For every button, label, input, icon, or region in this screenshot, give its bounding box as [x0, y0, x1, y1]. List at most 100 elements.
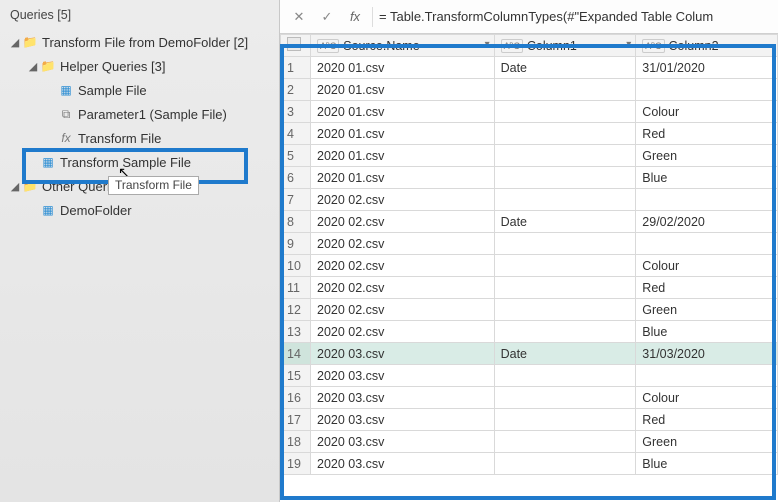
row-number[interactable]: 8	[281, 211, 311, 233]
tree-item[interactable]: ▦Transform Sample File	[0, 150, 279, 174]
row-number[interactable]: 18	[281, 431, 311, 453]
column-header-source-name[interactable]: AᴮC Source.Name ▾	[311, 35, 495, 57]
cell[interactable]: 2020 02.csv	[311, 233, 495, 255]
tree-item[interactable]: ▦Sample File	[0, 78, 279, 102]
row-number[interactable]: 7	[281, 189, 311, 211]
table-row[interactable]: 192020 03.csvBlue	[281, 453, 778, 475]
cell[interactable]: 2020 01.csv	[311, 101, 495, 123]
table-row[interactable]: 22020 01.csv	[281, 79, 778, 101]
cell[interactable]	[494, 79, 636, 101]
row-number[interactable]: 6	[281, 167, 311, 189]
dropdown-icon[interactable]: ▾	[485, 39, 490, 50]
cell[interactable]	[494, 387, 636, 409]
tree-item[interactable]: ◢📁Other Queries [1]	[0, 174, 279, 198]
table-row[interactable]: 42020 01.csvRed	[281, 123, 778, 145]
row-number[interactable]: 10	[281, 255, 311, 277]
cell[interactable]	[494, 233, 636, 255]
row-number[interactable]: 4	[281, 123, 311, 145]
cell[interactable]: Colour	[636, 387, 778, 409]
cell[interactable]: 31/01/2020	[636, 57, 778, 79]
row-number[interactable]: 17	[281, 409, 311, 431]
table-row[interactable]: 182020 03.csv Green	[281, 431, 778, 453]
row-number[interactable]: 19	[281, 453, 311, 475]
cell[interactable]: 2020 02.csv	[311, 189, 495, 211]
cell[interactable]	[494, 255, 636, 277]
cell[interactable]: 2020 03.csv	[311, 343, 495, 365]
table-row[interactable]: 12020 01.csvDate31/01/2020	[281, 57, 778, 79]
cell[interactable]: Red	[636, 277, 778, 299]
cancel-button[interactable]: ✕	[286, 5, 312, 29]
cell[interactable]	[494, 101, 636, 123]
cell[interactable]: Blue	[636, 453, 778, 475]
tree-item[interactable]: ▦DemoFolder	[0, 198, 279, 222]
expand-twisty-icon[interactable]: ◢	[8, 180, 22, 193]
cell[interactable]: 2020 02.csv	[311, 211, 495, 233]
column-header-column2[interactable]: AᴮC Column2	[636, 35, 778, 57]
table-row[interactable]: 62020 01.csv Blue	[281, 167, 778, 189]
cell[interactable]	[494, 123, 636, 145]
table-row[interactable]: 52020 01.csv Green	[281, 145, 778, 167]
table-row[interactable]: 152020 03.csv	[281, 365, 778, 387]
cell[interactable]: 2020 03.csv	[311, 365, 495, 387]
cell[interactable]: 29/02/2020	[636, 211, 778, 233]
cell[interactable]	[494, 365, 636, 387]
tree-item[interactable]: ◢📁Helper Queries [3]	[0, 54, 279, 78]
row-number[interactable]: 15	[281, 365, 311, 387]
cell[interactable]: 2020 03.csv	[311, 409, 495, 431]
cell[interactable]: 2020 02.csv	[311, 277, 495, 299]
cell[interactable]: 2020 02.csv	[311, 321, 495, 343]
cell[interactable]: Blue	[636, 167, 778, 189]
row-number[interactable]: 11	[281, 277, 311, 299]
cell[interactable]: Date	[494, 211, 636, 233]
cell[interactable]: 2020 01.csv	[311, 145, 495, 167]
cell[interactable]	[494, 277, 636, 299]
cell[interactable]: 2020 01.csv	[311, 57, 495, 79]
table-row[interactable]: 32020 01.csv Colour	[281, 101, 778, 123]
cell[interactable]	[636, 365, 778, 387]
column-header-column1[interactable]: AᴮC Column1 ▾	[494, 35, 636, 57]
cell[interactable]	[494, 145, 636, 167]
table-row[interactable]: 82020 02.csvDate29/02/2020	[281, 211, 778, 233]
cell[interactable]: 2020 01.csv	[311, 79, 495, 101]
cell[interactable]: Date	[494, 343, 636, 365]
expand-twisty-icon[interactable]: ◢	[8, 36, 22, 49]
row-number[interactable]: 13	[281, 321, 311, 343]
formula-text[interactable]: = Table.TransformColumnTypes(#"Expanded …	[379, 9, 713, 24]
table-row[interactable]: 132020 02.csvBlue	[281, 321, 778, 343]
table-row[interactable]: 72020 02.csv	[281, 189, 778, 211]
cell[interactable]: Green	[636, 145, 778, 167]
cell[interactable]	[494, 409, 636, 431]
dropdown-icon[interactable]: ▾	[626, 39, 631, 50]
cell[interactable]: 2020 03.csv	[311, 431, 495, 453]
table-row[interactable]: 142020 03.csvDate31/03/2020	[281, 343, 778, 365]
cell[interactable]: Colour	[636, 101, 778, 123]
row-number[interactable]: 16	[281, 387, 311, 409]
cell[interactable]	[494, 321, 636, 343]
data-grid[interactable]: AᴮC Source.Name ▾ AᴮC Column1 ▾	[280, 34, 778, 475]
cell[interactable]	[636, 189, 778, 211]
cell[interactable]: Red	[636, 123, 778, 145]
cell[interactable]: Date	[494, 57, 636, 79]
row-number[interactable]: 2	[281, 79, 311, 101]
tree-item[interactable]: ◢📁Transform File from DemoFolder [2]	[0, 30, 279, 54]
row-number[interactable]: 14	[281, 343, 311, 365]
cell[interactable]: 31/03/2020	[636, 343, 778, 365]
cell[interactable]: 2020 02.csv	[311, 299, 495, 321]
table-row[interactable]: 172020 03.csvRed	[281, 409, 778, 431]
cell[interactable]: Green	[636, 431, 778, 453]
table-row[interactable]: 162020 03.csv Colour	[281, 387, 778, 409]
row-number[interactable]: 3	[281, 101, 311, 123]
row-number[interactable]: 5	[281, 145, 311, 167]
cell[interactable]	[636, 233, 778, 255]
cell[interactable]: 2020 01.csv	[311, 167, 495, 189]
cell[interactable]: Green	[636, 299, 778, 321]
cell[interactable]	[636, 79, 778, 101]
row-number[interactable]: 9	[281, 233, 311, 255]
expand-twisty-icon[interactable]: ◢	[26, 60, 40, 73]
cell[interactable]	[494, 453, 636, 475]
table-row[interactable]: 122020 02.csvGreen	[281, 299, 778, 321]
commit-button[interactable]: ✓	[314, 5, 340, 29]
tree-item[interactable]: fxTransform File	[0, 126, 279, 150]
cell[interactable]: 2020 03.csv	[311, 387, 495, 409]
cell[interactable]: 2020 02.csv	[311, 255, 495, 277]
